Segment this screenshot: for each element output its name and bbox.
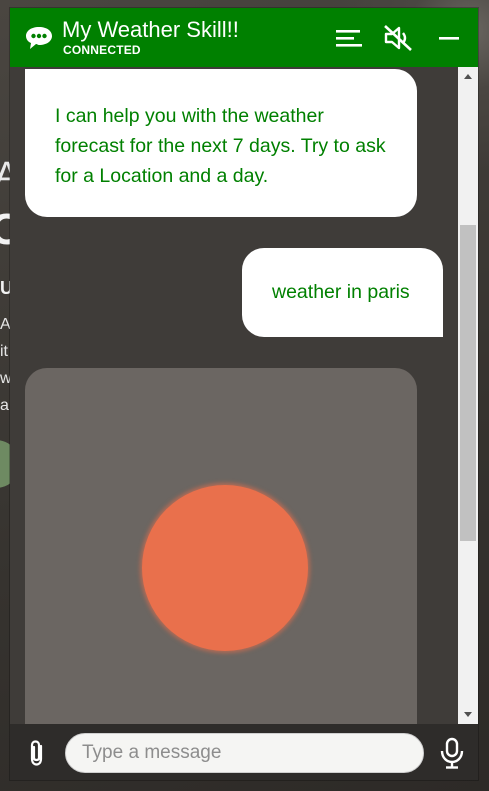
background-text: it	[0, 343, 8, 360]
menu-icon[interactable]	[333, 22, 365, 54]
connection-status: CONNECTED	[63, 43, 141, 57]
scroll-up-arrow-icon[interactable]	[458, 67, 478, 87]
background-text: a	[0, 397, 9, 414]
microphone-icon[interactable]	[438, 736, 466, 770]
weather-card	[25, 368, 417, 724]
sun-icon	[142, 485, 308, 651]
composer-bar	[10, 724, 478, 780]
message-list[interactable]: I can help you with the weather forecast…	[10, 67, 458, 724]
bot-message: I can help you with the weather forecast…	[25, 69, 417, 217]
chat-bubble-icon	[26, 27, 52, 49]
scroll-down-arrow-icon[interactable]	[458, 704, 478, 724]
bot-message-text: I can help you with the weather forecast…	[55, 105, 386, 187]
user-message-text: weather in paris	[272, 281, 410, 303]
user-message: weather in paris	[242, 248, 443, 337]
scrollbar-thumb[interactable]	[460, 225, 476, 541]
message-scrollbar[interactable]	[458, 67, 478, 724]
speaker-muted-icon[interactable]	[382, 22, 414, 54]
chat-widget: My Weather Skill!! CONNECTED I can help …	[10, 8, 478, 780]
chat-title: My Weather Skill!!	[62, 17, 239, 42]
paperclip-icon[interactable]	[24, 738, 50, 768]
minimize-icon[interactable]	[433, 22, 465, 54]
chat-header: My Weather Skill!! CONNECTED	[10, 8, 478, 67]
message-input[interactable]	[65, 733, 424, 773]
